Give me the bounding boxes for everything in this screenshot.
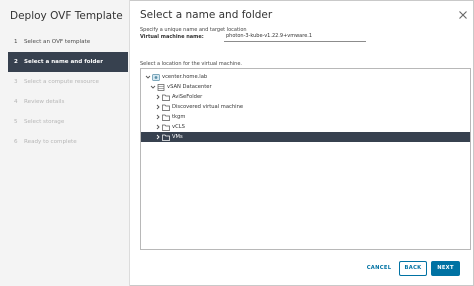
tree-node-label: Discovered virtual machine: [172, 104, 244, 110]
step-label: Select a name and folder: [24, 59, 103, 65]
tree-node-vcls[interactable]: vCLS: [141, 122, 470, 132]
chevron-down-icon[interactable]: [149, 83, 157, 91]
wizard-steps: 1 Select an OVF template 2 Select a name a…: [8, 32, 128, 152]
step-number: 2: [14, 59, 18, 65]
folder-icon: [162, 94, 170, 101]
chevron-right-icon[interactable]: [154, 133, 162, 141]
vm-name-input[interactable]: [224, 31, 366, 42]
step-number: 3: [14, 79, 18, 85]
chevron-down-icon[interactable]: [144, 73, 152, 81]
folder-icon: [162, 134, 170, 141]
wizard-step-5: 5 Select storage: [8, 112, 128, 132]
folder-icon: [162, 114, 170, 121]
page-title: Select a name and folder: [140, 9, 273, 21]
wizard-sidebar: Deploy OVF Template 1 Select an OVF templ…: [0, 0, 130, 286]
tree-node-label: vCLS: [172, 124, 185, 130]
step-label: Select storage: [24, 119, 65, 125]
wizard-step-6: 6 Ready to complete: [8, 132, 128, 152]
chevron-right-icon[interactable]: [154, 93, 162, 101]
step-number: 6: [14, 139, 18, 145]
cancel-button[interactable]: CANCEL: [362, 261, 396, 276]
tree-node-label: AviSeFolder: [172, 94, 203, 100]
tree-node-label: VMs: [172, 134, 183, 140]
tree-node-aviseFolder[interactable]: AviSeFolder: [141, 92, 470, 102]
next-button[interactable]: NEXT: [431, 261, 460, 276]
step-label: Select a compute resource: [24, 79, 99, 85]
vcenter-icon: [152, 73, 160, 81]
datacenter-icon: [157, 83, 165, 91]
step-label: Select an OVF template: [24, 39, 91, 45]
vm-name-label: Virtual machine name:: [140, 34, 204, 40]
wizard-step-1[interactable]: 1 Select an OVF template: [8, 32, 128, 52]
step-number: 4: [14, 99, 18, 105]
step-label: Review details: [24, 99, 65, 105]
tree-node-label: vcenter.home.lab: [162, 74, 208, 80]
location-label: Select a location for the virtual machin…: [140, 61, 243, 67]
folder-tree: vcenter.home.lab vSAN Datacenter AviSeFo…: [140, 68, 471, 250]
tree-node-vms[interactable]: VMs: [141, 132, 470, 142]
folder-icon: [162, 104, 170, 111]
step-number: 1: [14, 39, 18, 45]
tree-node-tkgm[interactable]: tkgm: [141, 112, 470, 122]
wizard-step-4: 4 Review details: [8, 92, 128, 112]
wizard-step-3: 3 Select a compute resource: [8, 72, 128, 92]
step-label: Ready to complete: [24, 139, 77, 145]
tree-node-discovered[interactable]: Discovered virtual machine: [141, 102, 470, 112]
back-button[interactable]: BACK: [399, 261, 427, 276]
close-icon[interactable]: [458, 10, 468, 20]
tree-node-label: vSAN Datacenter: [167, 84, 212, 90]
tree-node-label: tkgm: [172, 114, 186, 120]
wizard-step-2[interactable]: 2 Select a name and folder: [8, 52, 128, 72]
tree-node-vcenter[interactable]: vcenter.home.lab: [141, 72, 470, 82]
chevron-right-icon[interactable]: [154, 103, 162, 111]
wizard-title: Deploy OVF Template: [10, 10, 123, 22]
chevron-right-icon[interactable]: [154, 123, 162, 131]
tree-node-datacenter[interactable]: vSAN Datacenter: [141, 82, 470, 92]
step-number: 5: [14, 119, 18, 125]
folder-icon: [162, 124, 170, 131]
chevron-right-icon[interactable]: [154, 113, 162, 121]
